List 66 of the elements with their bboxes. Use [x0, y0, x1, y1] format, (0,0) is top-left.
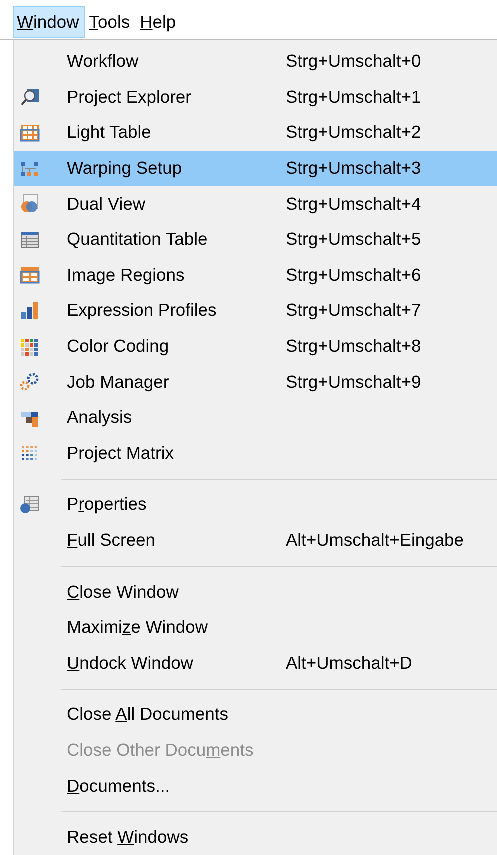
menu-item-label: Image Regions [67, 264, 186, 286]
menu-item[interactable]: Documents... [14, 768, 497, 804]
shortcut-text: Strg+Umschalt+3 [286, 158, 422, 180]
menu-item-label: Full Screen [67, 530, 157, 552]
menu-item-label: Undock Window [67, 652, 194, 674]
menu-item[interactable]: Analysis [14, 400, 497, 436]
menu-item-label: Documents... [67, 776, 172, 797]
menu-item-label: Project Explorer [67, 86, 192, 108]
overlapping-circles-icon [20, 194, 40, 214]
shortcut-text: Strg+Umschalt+8 [286, 336, 422, 358]
menu-item[interactable]: Close Window [14, 574, 497, 610]
bar-chart-icon [20, 300, 40, 321]
menu-bar-item[interactable]: Tools [85, 6, 136, 38]
menu-item-label: Dual View [67, 194, 146, 215]
magnifier-icon [20, 87, 40, 108]
grid-icon [20, 122, 40, 143]
shortcut-text: Strg+Umschalt+1 [286, 86, 422, 108]
menu-item-label: Properties [67, 494, 148, 516]
menu-item[interactable]: Close All Documents [14, 697, 497, 733]
properties-sheet-icon [20, 494, 40, 515]
menu-item-label: Light Table [67, 122, 152, 144]
menu-item-label: Expression Profiles [67, 300, 218, 322]
menu-item[interactable]: Maximize Window [14, 610, 497, 646]
table-icon [20, 230, 40, 250]
menu-item[interactable]: Full Screen Alt+Umschalt+Eingabe [14, 522, 497, 558]
shortcut-text: Strg+Umschalt+2 [286, 122, 422, 144]
menu-item[interactable]: Reset Windows [14, 820, 497, 855]
menu-item[interactable]: Color Coding Strg+Umschalt+8 [14, 328, 497, 364]
gears-icon [20, 372, 40, 392]
menu-item[interactable]: Project Matrix [14, 436, 497, 472]
menu-item-label: Workflow [67, 51, 140, 72]
menu-item-label: Analysis [67, 407, 134, 428]
menu-item[interactable]: Light Table Strg+Umschalt+2 [14, 115, 497, 151]
menu-item-label: Reset Windows [67, 827, 190, 848]
menu-item[interactable]: Warping Setup Strg+Umschalt+3 [14, 150, 497, 186]
menu-item[interactable]: Job Manager Strg+Umschalt+9 [14, 364, 497, 400]
shortcut-text: Alt+Umschalt+D [286, 652, 412, 674]
shortcut-text: Strg+Umschalt+7 [286, 300, 422, 322]
menu-item-label: Maximize Window [67, 617, 210, 638]
shortcut-text: Strg+Umschalt+0 [286, 51, 422, 72]
shortcut-text: Strg+Umschalt+5 [286, 229, 422, 250]
menu-item[interactable]: Undock Window Alt+Umschalt+D [14, 646, 497, 682]
menu-item-label: Color Coding [67, 336, 170, 358]
menu-item[interactable]: Dual View Strg+Umschalt+4 [14, 186, 497, 222]
shortcut-text: Alt+Umschalt+Eingabe [286, 530, 464, 552]
menu-item[interactable]: Properties [14, 487, 497, 523]
menu-item[interactable]: Image Regions Strg+Umschalt+6 [14, 258, 497, 294]
menu-item-label: Project Matrix [67, 442, 175, 464]
shortcut-text: Strg+Umschalt+9 [286, 372, 422, 393]
menu-bar-item[interactable]: Help [136, 6, 182, 38]
menu-item[interactable]: Workflow Strg+Umschalt+0 [14, 44, 497, 80]
menu-item-label: Job Manager [67, 372, 170, 393]
menu-item-label: Close Other Documents [67, 740, 255, 761]
menu-item-label: Close All Documents [67, 704, 230, 726]
shortcut-text: Strg+Umschalt+4 [286, 194, 422, 215]
menu-item-label: Close Window [67, 582, 180, 603]
color-dots-icon [20, 336, 40, 357]
menu-item-label: Warping Setup [67, 158, 184, 180]
menu-bar-item[interactable]: Window [13, 6, 86, 38]
menu-item-label: Quantitation Table [67, 229, 209, 250]
dot-grid-icon [20, 443, 40, 464]
shortcut-text: Strg+Umschalt+6 [286, 264, 422, 286]
menu-item[interactable]: Project Explorer Strg+Umschalt+1 [14, 80, 497, 116]
grid-icon [20, 265, 40, 286]
menu-item[interactable]: Quantitation Table Strg+Umschalt+5 [14, 222, 497, 258]
menu-item[interactable]: Expression Profiles Strg+Umschalt+7 [14, 293, 497, 329]
